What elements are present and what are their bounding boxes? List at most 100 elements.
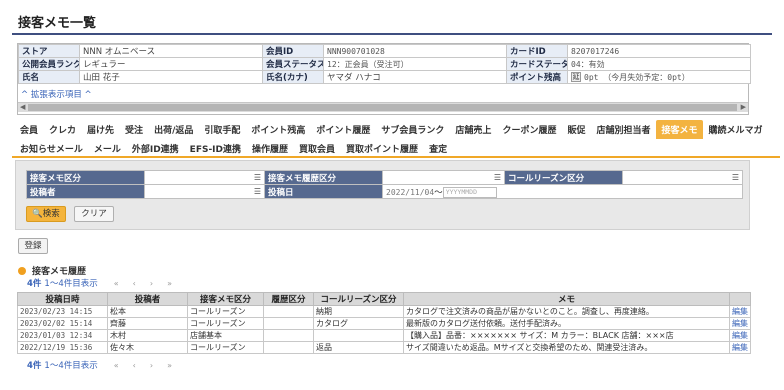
last-page-icon[interactable]: » [167, 279, 172, 288]
tab-item[interactable]: 操作履歴 [252, 142, 288, 155]
table-cell: 納期 [313, 305, 404, 318]
tab-item[interactable]: 買取会員 [299, 142, 335, 155]
memo-history-type-select[interactable]: ☰ [382, 170, 505, 185]
column-header: コールリーズン区分 [313, 292, 404, 306]
tab-item[interactable]: 出荷/返品 [154, 123, 193, 136]
tab-item[interactable]: クーポン履歴 [502, 123, 556, 136]
tab-item[interactable]: 外部ID連携 [132, 142, 179, 155]
chevron-up-icon: ^ [21, 90, 29, 100]
next-page-icon[interactable]: › [150, 361, 153, 370]
scroll-right-icon[interactable]: ▶ [741, 103, 746, 112]
list-icon[interactable]: ☰ [732, 173, 739, 182]
date-separator: 〜 [434, 187, 443, 198]
title-divider [12, 33, 772, 35]
tab-item[interactable]: ポイント残高 [251, 123, 305, 136]
tab-item[interactable]: メール [94, 142, 121, 155]
edit-link[interactable]: 編集 [729, 341, 751, 354]
tab-item[interactable]: 届け先 [87, 123, 114, 136]
prev-page-icon[interactable]: ‹ [133, 361, 136, 370]
column-header: 投稿日時 [17, 292, 108, 306]
expand-link-label: 拡張表示項目 [30, 90, 82, 100]
column-header: 履歴区分 [263, 292, 314, 306]
member-rank-value: レギュラー [79, 57, 263, 71]
search-icon: 🔍 [32, 209, 43, 219]
tab-item[interactable]: クレカ [49, 123, 76, 136]
tab-item[interactable]: 店舗売上 [455, 123, 491, 136]
result-count: 4件 [27, 279, 42, 289]
table-cell [263, 329, 314, 342]
last-page-icon[interactable]: » [167, 361, 172, 370]
card-status-value: 04：有効 [567, 57, 751, 71]
horizontal-scrollbar[interactable]: ◀ ▶ [18, 102, 748, 112]
call-reason-type-label: コールリーズン区分 [504, 170, 623, 185]
tab-item[interactable]: 買取ポイント履歴 [346, 142, 418, 155]
tab-item[interactable]: お知らせメール [20, 142, 83, 155]
scroll-left-icon[interactable]: ◀ [20, 103, 25, 112]
memo-type-select[interactable]: ☰ [144, 170, 265, 185]
history-title-text: 接客メモ履歴 [32, 267, 87, 277]
member-rank-label: 公開会員ランク [18, 57, 80, 71]
tab-item[interactable]: 会員 [20, 123, 38, 136]
tab-row-1: 会員 クレカ 届け先 受注 出荷/返品 引取手配 ポイント残高 ポイント履歴 サブ会員ランク 店舗… [20, 119, 774, 139]
search-button[interactable]: 🔍検索 [26, 206, 66, 222]
table-cell: 返品 [313, 341, 404, 354]
pager-top: 4件 1～4件目表示 « ‹ › » [27, 277, 186, 290]
points-history-icon[interactable]: 延 [571, 72, 581, 82]
tab-item[interactable]: EFS-ID連携 [190, 142, 241, 155]
table-cell: サイズ間違いため返品。Mサイズと交換希望のため、関連受注済み。 [403, 341, 730, 354]
table-row: 2023/02/02 15:14 齊藤 コールリーズン カタログ 最新版のカタログ送付依… [17, 317, 751, 330]
card-id-value: 8207017246 [567, 44, 751, 58]
table-cell: 木村 [107, 329, 188, 342]
table-cell: 2023/02/02 15:14 [17, 317, 108, 330]
memo-type-label: 接客メモ区分 [26, 170, 145, 185]
tab-item[interactable]: 接客メモ [656, 119, 703, 139]
tab-item[interactable]: 店舗別担当者 [596, 123, 650, 136]
name-kana-value: ヤマダ ハナコ [323, 70, 507, 84]
prev-page-icon[interactable]: ‹ [133, 279, 136, 288]
call-reason-type-select[interactable]: ☰ [622, 170, 743, 185]
register-button[interactable]: 登録 [18, 238, 48, 254]
tab-item[interactable]: 査定 [429, 142, 447, 155]
tab-item[interactable]: 販促 [567, 123, 585, 136]
tab-item[interactable]: 引取手配 [204, 123, 240, 136]
tab-item[interactable]: 受注 [125, 123, 143, 136]
edit-link[interactable]: 編集 [729, 305, 751, 318]
customer-info-table: ストア NNN オムニベース 会員ID NNN900701028 カードID 8… [18, 44, 751, 84]
list-icon[interactable]: ☰ [254, 187, 261, 196]
table-header-row: 投稿日時 投稿者 接客メモ区分 履歴区分 コールリーズン区分 メモ [17, 292, 751, 306]
tab-item[interactable]: ポイント履歴 [316, 123, 370, 136]
poster-select[interactable]: ☰ [144, 184, 265, 199]
clear-button[interactable]: クリア [74, 206, 114, 222]
table-cell: コールリーズン [187, 341, 264, 354]
edit-link[interactable]: 編集 [729, 317, 751, 330]
table-cell [263, 305, 314, 318]
tab-item[interactable]: 購読メルマガ [709, 123, 763, 136]
store-label: ストア [18, 44, 80, 58]
first-page-icon[interactable]: « [114, 361, 119, 370]
table-cell: コールリーズン [187, 317, 264, 330]
points-label: ポイント残高 [506, 70, 568, 84]
table-cell: コールリーズン [187, 305, 264, 318]
card-id-label: カードID [506, 44, 568, 58]
table-cell: 佐々木 [107, 341, 188, 354]
list-icon[interactable]: ☰ [494, 173, 501, 182]
customer-info-panel: ストア NNN オムニベース 会員ID NNN900701028 カードID 8… [17, 43, 751, 115]
date-to-input[interactable]: YYYYMMDD [442, 186, 497, 198]
next-page-icon[interactable]: › [150, 279, 153, 288]
table-cell: 齊藤 [107, 317, 188, 330]
table-cell: カタログで注文済みの商品が届かないとのこと。調査し、再度連絡。 [403, 305, 730, 318]
scrollbar-thumb[interactable] [28, 104, 737, 111]
expand-fields-link[interactable]: ^ 拡張表示項目 ^ [21, 88, 92, 100]
edit-link[interactable]: 編集 [729, 329, 751, 342]
result-range: 1～4件目表示 [44, 361, 98, 371]
date-from-input[interactable]: 2022/11/04 [386, 188, 434, 197]
first-page-icon[interactable]: « [114, 279, 119, 288]
result-range: 1～4件目表示 [44, 279, 98, 289]
list-icon[interactable]: ☰ [254, 173, 261, 182]
pager-bottom: 4件 1～4件目表示 « ‹ › » [27, 359, 186, 372]
table-cell: 【購入品】品番：××××××× サイズ：M カラー：BLACK 店舗：×××店 [403, 329, 730, 342]
table-cell: 2022/12/19 15:36 [17, 341, 108, 354]
history-section-title: 接客メモ履歴 [18, 264, 86, 277]
member-status-label: 会員ステータス [262, 57, 324, 71]
tab-item[interactable]: サブ会員ランク [381, 123, 444, 136]
